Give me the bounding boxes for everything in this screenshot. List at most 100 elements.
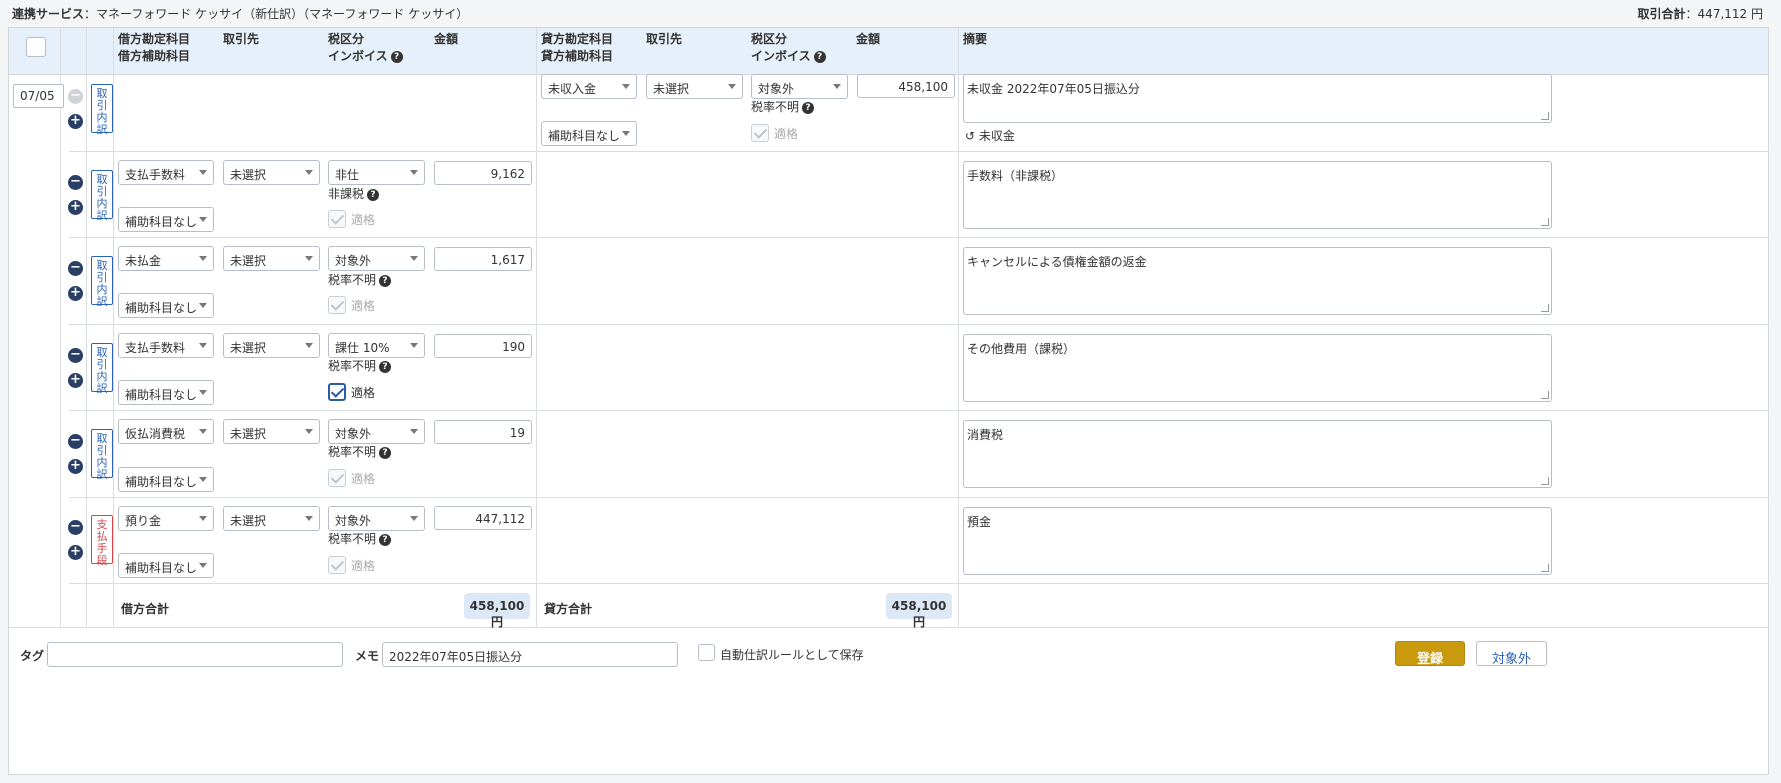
help-icon[interactable]: ? xyxy=(367,188,380,201)
debit-tax-select[interactable]: 対象外 xyxy=(328,419,425,444)
transaction-detail-tag[interactable]: 取引内訳 xyxy=(91,429,113,481)
credit-amount-input[interactable]: 458,100 xyxy=(857,74,955,98)
memo-input[interactable]: 2022年07年05日振込分 xyxy=(382,642,678,667)
checkbox-icon xyxy=(751,124,769,142)
debit-partner-select[interactable]: 未選択 xyxy=(223,506,320,531)
debit-account-select[interactable]: 支払手数料 xyxy=(118,160,214,185)
credit-sub-account-select[interactable]: 補助科目なし xyxy=(541,121,637,146)
debit-sub-account-select[interactable]: 補助科目なし xyxy=(118,380,214,405)
auto-rule-label[interactable]: 自動仕訳ルールとして保存 xyxy=(720,646,864,663)
debit-account-select[interactable]: 支払手数料 xyxy=(118,333,214,358)
header-credit-tax: 税区分 xyxy=(751,32,788,46)
transaction-detail-tag[interactable]: 取引内訳 xyxy=(91,343,113,395)
resize-handle-icon[interactable] xyxy=(1541,218,1549,226)
qualified-invoice-label: 適格 xyxy=(774,126,799,141)
resize-handle-icon[interactable] xyxy=(1541,477,1549,485)
date-input[interactable]: 07/05 xyxy=(13,84,64,108)
credit-total-value: 458,100円 xyxy=(886,593,952,629)
remove-row-icon[interactable]: − xyxy=(68,348,83,363)
debit-amount-input[interactable]: 190 xyxy=(434,334,532,358)
chevron-down-icon xyxy=(199,303,207,308)
remove-row-icon[interactable]: − xyxy=(68,520,83,535)
debit-sub-account-select[interactable]: 補助科目なし xyxy=(118,553,214,578)
add-row-icon[interactable]: + xyxy=(68,545,83,560)
debit-partner-value: 未選択 xyxy=(230,341,267,355)
remove-row-icon: − xyxy=(68,89,83,104)
memo-textarea[interactable]: 手数料（非課税） xyxy=(963,161,1552,229)
debit-sub-account-value: 補助科目なし xyxy=(125,561,198,575)
checkbox-icon xyxy=(328,210,346,228)
help-icon[interactable]: ? xyxy=(379,274,392,287)
debit-tax-select[interactable]: 非仕 xyxy=(328,160,425,185)
help-icon[interactable]: ? xyxy=(379,533,392,546)
remove-row-icon[interactable]: − xyxy=(68,175,83,190)
tax-rate-note: 税率不明? xyxy=(328,271,392,288)
debit-amount-input[interactable]: 447,112 xyxy=(434,506,532,530)
debit-partner-select[interactable]: 未選択 xyxy=(223,246,320,271)
debit-tax-select[interactable]: 課仕 10% xyxy=(328,333,425,358)
transaction-detail-tag[interactable]: 取引内訳 xyxy=(91,170,113,222)
qualified-invoice-checkbox[interactable]: 適格 xyxy=(328,296,375,314)
credit-account-select[interactable]: 未収入金 xyxy=(541,74,637,99)
add-row-icon[interactable]: + xyxy=(68,286,83,301)
qualified-invoice-checkbox[interactable]: 適格 xyxy=(328,210,375,228)
chevron-down-icon xyxy=(410,256,418,261)
resize-handle-icon[interactable] xyxy=(1541,391,1549,399)
qualified-invoice-checkbox[interactable]: 適格 xyxy=(328,383,375,401)
memo-textarea[interactable]: 未収金 2022年07年05日振込分 xyxy=(963,74,1552,123)
memo-textarea[interactable]: キャンセルによる債権金額の返金 xyxy=(963,247,1552,315)
debit-amount-input[interactable]: 9,162 xyxy=(434,161,532,185)
debit-amount-input[interactable]: 1,617 xyxy=(434,247,532,271)
add-row-icon[interactable]: + xyxy=(68,373,83,388)
debit-partner-select[interactable]: 未選択 xyxy=(223,160,320,185)
payment-method-tag[interactable]: 支払手段 xyxy=(91,515,113,567)
header-credit-account: 貸方勘定科目 xyxy=(541,32,614,46)
credit-tax-select[interactable]: 対象外 xyxy=(751,74,848,99)
qualified-invoice-checkbox[interactable]: 適格 xyxy=(328,556,375,574)
qualified-invoice-checkbox[interactable]: 適格 xyxy=(751,124,798,142)
divider xyxy=(86,28,87,628)
memo-textarea[interactable]: 預金 xyxy=(963,507,1552,575)
help-icon[interactable]: ? xyxy=(379,446,392,459)
memo-textarea[interactable]: 消費税 xyxy=(963,420,1552,488)
auto-rule-checkbox[interactable] xyxy=(698,644,715,661)
resize-handle-icon[interactable] xyxy=(1541,112,1549,120)
debit-partner-select[interactable]: 未選択 xyxy=(223,419,320,444)
add-row-icon[interactable]: + xyxy=(68,459,83,474)
debit-partner-select[interactable]: 未選択 xyxy=(223,333,320,358)
memo-textarea[interactable]: その他費用（課税） xyxy=(963,334,1552,402)
tag-input[interactable] xyxy=(47,642,343,667)
remove-row-icon[interactable]: − xyxy=(68,434,83,449)
debit-account-select[interactable]: 仮払消費税 xyxy=(118,419,214,444)
debit-sub-account-select[interactable]: 補助科目なし xyxy=(118,207,214,232)
help-icon[interactable]: ? xyxy=(390,50,403,63)
debit-sub-account-select[interactable]: 補助科目なし xyxy=(118,467,214,492)
resize-handle-icon[interactable] xyxy=(1541,564,1549,572)
exclude-button[interactable]: 対象外 xyxy=(1476,641,1547,667)
add-row-icon[interactable]: + xyxy=(68,114,83,129)
undo-link[interactable]: ↺ 未収金 xyxy=(965,127,1015,144)
help-icon[interactable]: ? xyxy=(813,50,826,63)
debit-account-select[interactable]: 未払金 xyxy=(118,246,214,271)
header-memo: 摘要 xyxy=(963,32,988,46)
add-row-icon[interactable]: + xyxy=(68,200,83,215)
transaction-detail-tag[interactable]: 取引内訳 xyxy=(91,84,113,136)
linked-service: 連携サービス：マネーフォワード ケッサイ（新仕訳）（マネーフォワード ケッサイ） xyxy=(12,5,468,23)
debit-tax-select[interactable]: 対象外 xyxy=(328,506,425,531)
credit-partner-select[interactable]: 未選択 xyxy=(646,74,743,99)
qualified-invoice-checkbox[interactable]: 適格 xyxy=(328,469,375,487)
debit-account-select[interactable]: 預り金 xyxy=(118,506,214,531)
help-icon[interactable]: ? xyxy=(802,101,815,114)
register-button[interactable]: 登録 xyxy=(1395,641,1465,667)
debit-sub-account-select[interactable]: 補助科目なし xyxy=(118,293,214,318)
debit-amount-input[interactable]: 19 xyxy=(434,420,532,444)
select-all-checkbox[interactable] xyxy=(26,37,46,57)
chevron-down-icon xyxy=(305,256,313,261)
transaction-detail-tag[interactable]: 取引内訳 xyxy=(91,256,113,308)
debit-tax-value: 対象外 xyxy=(335,514,372,528)
remove-row-icon[interactable]: − xyxy=(68,261,83,276)
linked-service-value: ：マネーフォワード ケッサイ（新仕訳）（マネーフォワード ケッサイ） xyxy=(84,7,469,21)
help-icon[interactable]: ? xyxy=(379,360,392,373)
debit-tax-select[interactable]: 対象外 xyxy=(328,246,425,271)
resize-handle-icon[interactable] xyxy=(1541,304,1549,312)
